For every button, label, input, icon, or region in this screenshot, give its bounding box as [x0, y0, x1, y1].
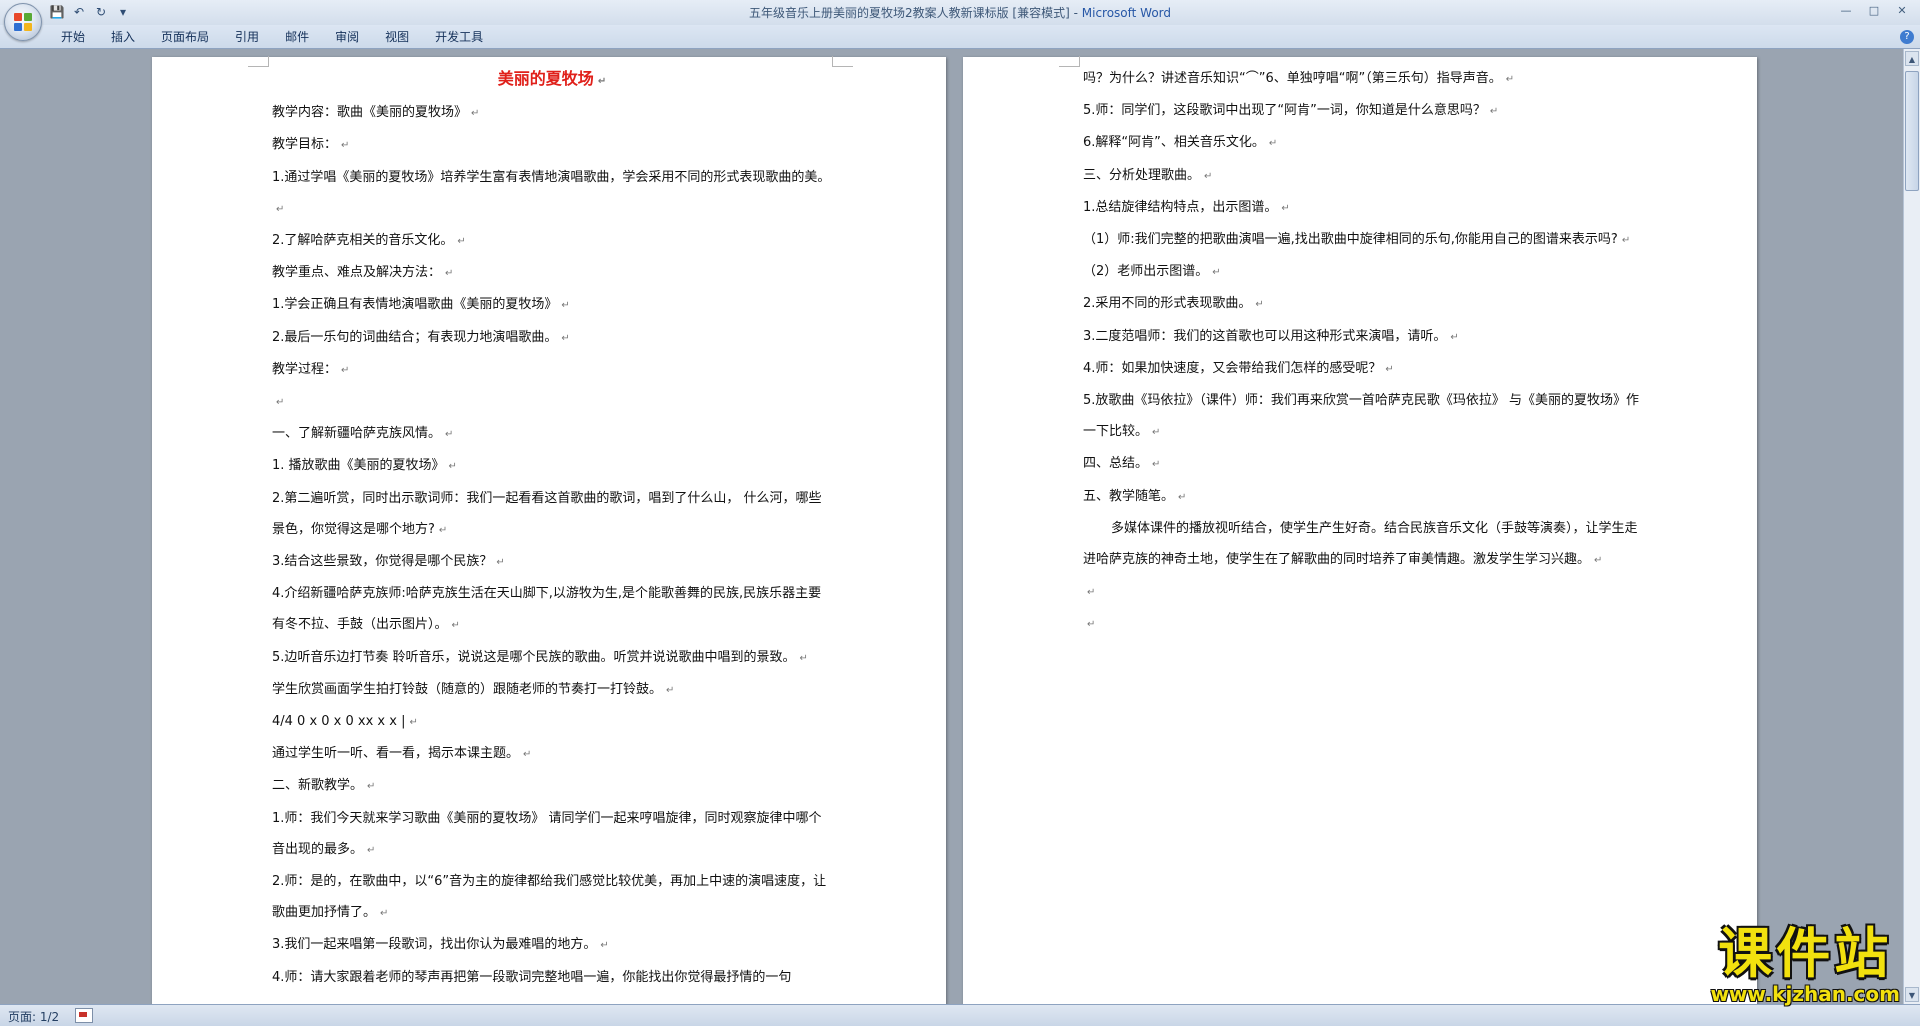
tab-page-layout[interactable]: 页面布局 — [148, 28, 222, 46]
vertical-scrollbar[interactable]: ▲ ▼ — [1903, 49, 1920, 1004]
document-title: 五年级音乐上册美丽的夏牧场2教案人教新课标版 [兼容模式] - — [748, 6, 1082, 20]
paragraph: 3.二度范唱师：我们的这首歌也可以用这种形式来演唱，请听。 ↵ — [1083, 328, 1459, 344]
document-page-2[interactable]: 吗？为什么？讲述音乐知识“⌒”6、单独哼唱“啊”（第三乐句）指导声音。 ↵ 5.师… — [963, 56, 1757, 1004]
window-controls: — □ ✕ — [1832, 0, 1916, 20]
title-bar: 💾 ↶ ↻ ▾ 五年级音乐上册美丽的夏牧场2教案人教新课标版 [兼容模式] - … — [0, 0, 1920, 25]
document-area[interactable]: 美丽的夏牧场 ↵ 教学内容：歌曲《美丽的夏牧场》 ↵ 教学目标： ↵ 1.通过学唱《美… — [0, 49, 1904, 1004]
paragraph: 3.结合这些景致，你觉得是哪个民族？ ↵ — [272, 554, 505, 570]
scroll-up-icon[interactable]: ▲ — [1905, 51, 1919, 66]
paragraph: 4/4 0 x 0 x 0 xx x x | ↵ — [272, 714, 418, 730]
help-icon[interactable]: ? — [1900, 30, 1914, 44]
paragraph: 三、分析处理歌曲。 ↵ — [1083, 167, 1213, 183]
paragraph: 学生欣赏画面学生拍打铃鼓（随意的）跟随老师的节奏打一打铃鼓。 ↵ — [272, 681, 675, 697]
paragraph: ↵ — [1087, 587, 1096, 599]
watermark-title: 课件站 — [1718, 922, 1893, 985]
paragraph: 5.师：同学们，这段歌词中出现了“阿肯”一词，你知道是什么意思吗？ ↵ — [1083, 103, 1499, 119]
close-icon[interactable]: ✕ — [1888, 0, 1916, 20]
paragraph: ↵ — [276, 397, 285, 409]
paragraph: 1.总结旋律结构特点，出示图谱。 ↵ — [1083, 199, 1290, 215]
ribbon-tabs: 开始 插入 页面布局 引用 邮件 审阅 视图 开发工具 — [48, 28, 496, 46]
ribbon-tab-bar: 开始 插入 页面布局 引用 邮件 审阅 视图 开发工具 ? — [0, 25, 1920, 49]
office-button[interactable] — [4, 3, 42, 41]
paragraph: 1. 播放歌曲《美丽的夏牧场》 ↵ — [272, 458, 457, 474]
page-1-text: 美丽的夏牧场 ↵ 教学内容：歌曲《美丽的夏牧场》 ↵ 教学目标： ↵ 1.通过学唱《美… — [272, 63, 832, 993]
crop-mark — [1059, 56, 1080, 67]
tab-developer[interactable]: 开发工具 — [422, 28, 496, 46]
document-page-1[interactable]: 美丽的夏牧场 ↵ 教学内容：歌曲《美丽的夏牧场》 ↵ 教学目标： ↵ 1.通过学唱《美… — [152, 56, 946, 1004]
tab-home[interactable]: 开始 — [48, 28, 98, 46]
window-title: 五年级音乐上册美丽的夏牧场2教案人教新课标版 [兼容模式] - Microsof… — [0, 4, 1920, 21]
paragraph: 4.师：如果加快速度，又会带给我们怎样的感受呢？ ↵ — [1083, 360, 1394, 376]
office-button-icon — [14, 13, 32, 31]
paragraph: ↵ — [1087, 619, 1096, 631]
paragraph: 2.师：是的，在歌曲中，以“6”音为主的旋律都给我们感觉比较优美，再加上中速的演… — [272, 874, 827, 921]
maximize-icon[interactable]: □ — [1860, 0, 1888, 20]
paragraph: 5.放歌曲《玛依拉》（课件）师：我们再来欣赏一首哈萨克民歌《玛依拉》 与《美丽的… — [1083, 393, 1640, 440]
paragraph: 教学内容：歌曲《美丽的夏牧场》 ↵ — [272, 105, 480, 121]
tab-references[interactable]: 引用 — [222, 28, 272, 46]
crop-mark — [248, 56, 269, 67]
scroll-down-icon[interactable]: ▼ — [1905, 987, 1919, 1002]
paragraph: 五、教学随笔。 ↵ — [1083, 488, 1187, 504]
paragraph: 吗？为什么？讲述音乐知识“⌒”6、单独哼唱“啊”（第三乐句）指导声音。 ↵ — [1083, 71, 1515, 86]
tab-mailings[interactable]: 邮件 — [272, 28, 322, 46]
watermark-url: www.kjzhan.com — [1710, 982, 1900, 1006]
minimize-icon[interactable]: — — [1832, 0, 1860, 20]
app-name: Microsoft Word — [1081, 6, 1172, 20]
paragraph: （2）老师出示图谱。 ↵ — [1083, 264, 1221, 280]
paragraph: 1.师：我们今天就来学习歌曲《美丽的夏牧场》 请同学们一起来哼唱旋律，同时观察旋… — [272, 810, 822, 857]
paragraph: 四、总结。 ↵ — [1083, 456, 1161, 472]
paragraph: 1.通过学唱《美丽的夏牧场》培养学生富有表情地演唱歌曲，学会采用不同的形式表现歌… — [272, 169, 831, 215]
proofing-icon[interactable] — [75, 1008, 93, 1023]
paragraph: 4.师：请大家跟着老师的琴声再把第一段歌词完整地唱一遍，你能找出你觉得最抒情的一… — [272, 969, 792, 985]
paragraph: 2.第二遍听赏，同时出示歌词师：我们一起看看这首歌曲的歌词，唱到了什么山， 什么… — [272, 490, 822, 537]
scrollbar-thumb[interactable] — [1905, 71, 1919, 191]
paragraph: 2.了解哈萨克相关的音乐文化。 ↵ — [272, 233, 466, 249]
paragraph: 5.边听音乐边打节奏 聆听音乐，说说这是哪个民族的歌曲。听赏并说说歌曲中唱到的景… — [272, 649, 808, 665]
page-2-text: 吗？为什么？讲述音乐知识“⌒”6、单独哼唱“啊”（第三乐句）指导声音。 ↵ 5.师… — [1083, 63, 1643, 641]
page-count[interactable]: 页面: 1/2 — [8, 1008, 59, 1025]
paragraph: 一、了解新疆哈萨克族风情。 ↵ — [272, 426, 454, 442]
paragraph: （1）师:我们完整的把歌曲演唱一遍,找出歌曲中旋律相同的乐句,你能用自己的图谱来… — [1083, 232, 1631, 248]
tab-view[interactable]: 视图 — [372, 28, 422, 46]
paragraph: 教学目标： ↵ — [272, 137, 350, 153]
paragraph: 1.学会正确且有表情地演唱歌曲《美丽的夏牧场》 ↵ — [272, 297, 570, 313]
site-watermark: 课件站 www.kjzhan.com — [1710, 922, 1900, 1006]
crop-mark — [832, 56, 853, 67]
paragraph: 2.最后一乐句的词曲结合；有表现力地演唱歌曲。 ↵ — [272, 329, 570, 345]
paragraph: 教学过程： ↵ — [272, 361, 350, 377]
document-heading: 美丽的夏牧场 ↵ — [497, 69, 607, 88]
paragraph: 3.我们一起来唱第一段歌词，找出你认为最难唱的地方。 ↵ — [272, 937, 609, 953]
tab-review[interactable]: 审阅 — [322, 28, 372, 46]
paragraph: 教学重点、难点及解决方法： ↵ — [272, 265, 454, 281]
status-bar: 页面: 1/2 — [0, 1004, 1920, 1026]
paragraph: 6.解释“阿肯”、相关音乐文化。 ↵ — [1083, 135, 1278, 151]
paragraph: 4.介绍新疆哈萨克族师:哈萨克族生活在天山脚下,以游牧为生,是个能歌善舞的民族,… — [272, 586, 822, 633]
paragraph: 二、新歌教学。 ↵ — [272, 778, 376, 794]
paragraph: 多媒体课件的播放视听结合，使学生产生好奇。结合民族音乐文化（手鼓等演奏），让学生… — [1083, 520, 1638, 568]
paragraph: 2.采用不同的形式表现歌曲。 ↵ — [1083, 296, 1264, 312]
tab-insert[interactable]: 插入 — [98, 28, 148, 46]
paragraph: 通过学生听一听、看一看，揭示本课主题。 ↵ — [272, 746, 532, 762]
